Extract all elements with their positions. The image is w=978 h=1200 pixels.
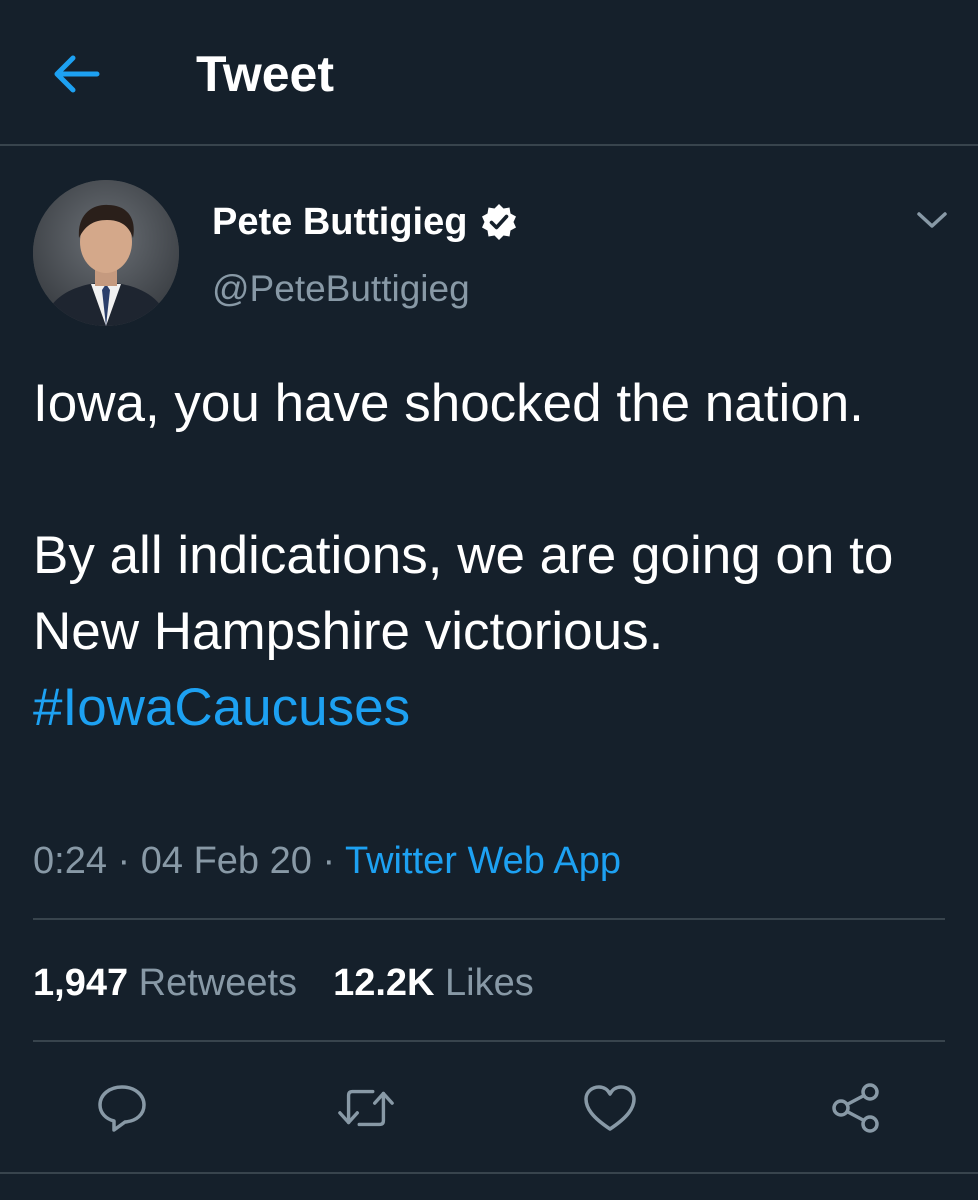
- tweet-meta: 0:24 · 04 Feb 20 · Twitter Web App: [33, 836, 621, 886]
- tweet-text: Iowa, you have shocked the nation. By al…: [33, 366, 953, 746]
- divider: [0, 1172, 978, 1174]
- likes-stat[interactable]: 12.2K Likes: [333, 958, 534, 1008]
- likes-count: 12.2K: [333, 962, 435, 1004]
- tweet-stats: 1,947 Retweets 12.2K Likes: [33, 958, 534, 1008]
- chevron-down-icon: [917, 212, 947, 228]
- avatar[interactable]: [33, 180, 179, 326]
- like-button[interactable]: [580, 1078, 640, 1138]
- profile-photo: [33, 180, 179, 326]
- retweet-button[interactable]: [336, 1078, 396, 1138]
- tweet-options-button[interactable]: [908, 200, 956, 240]
- share-icon: [832, 1083, 879, 1133]
- retweets-stat[interactable]: 1,947 Retweets: [33, 958, 297, 1008]
- like-icon: [584, 1085, 636, 1131]
- retweets-count: 1,947: [33, 962, 129, 1004]
- meta-separator: ·: [311, 840, 345, 882]
- retweet-icon: [338, 1089, 394, 1127]
- tweet-time: 0:24: [33, 840, 107, 882]
- tweet-paragraph-2-text: By all indications, we are going on to N…: [33, 526, 894, 661]
- hashtag-link[interactable]: #IowaCaucuses: [33, 678, 410, 737]
- tweet-paragraph-2: By all indications, we are going on to N…: [33, 518, 953, 746]
- tweet-paragraph-1: Iowa, you have shocked the nation.: [33, 374, 864, 433]
- meta-separator: ·: [106, 840, 141, 882]
- author-name-row[interactable]: Pete Buttigieg: [212, 196, 519, 248]
- back-button[interactable]: [44, 44, 108, 104]
- author-name: Pete Buttigieg: [212, 200, 468, 243]
- likes-label: Likes: [445, 962, 534, 1004]
- tweet-source-link[interactable]: Twitter Web App: [345, 840, 621, 882]
- arrow-left-icon: [54, 55, 100, 93]
- retweets-label: Retweets: [138, 962, 298, 1004]
- page-title: Tweet: [196, 46, 334, 102]
- verified-badge-icon: [479, 202, 519, 242]
- tweet-date: 04 Feb 20: [140, 840, 312, 882]
- divider: [33, 1040, 945, 1042]
- top-bar: Tweet: [0, 0, 978, 146]
- reply-button[interactable]: [92, 1078, 152, 1138]
- reply-icon: [98, 1085, 146, 1132]
- author-handle[interactable]: @PeteButtigieg: [212, 266, 470, 312]
- share-button[interactable]: [826, 1078, 886, 1138]
- divider: [33, 918, 945, 920]
